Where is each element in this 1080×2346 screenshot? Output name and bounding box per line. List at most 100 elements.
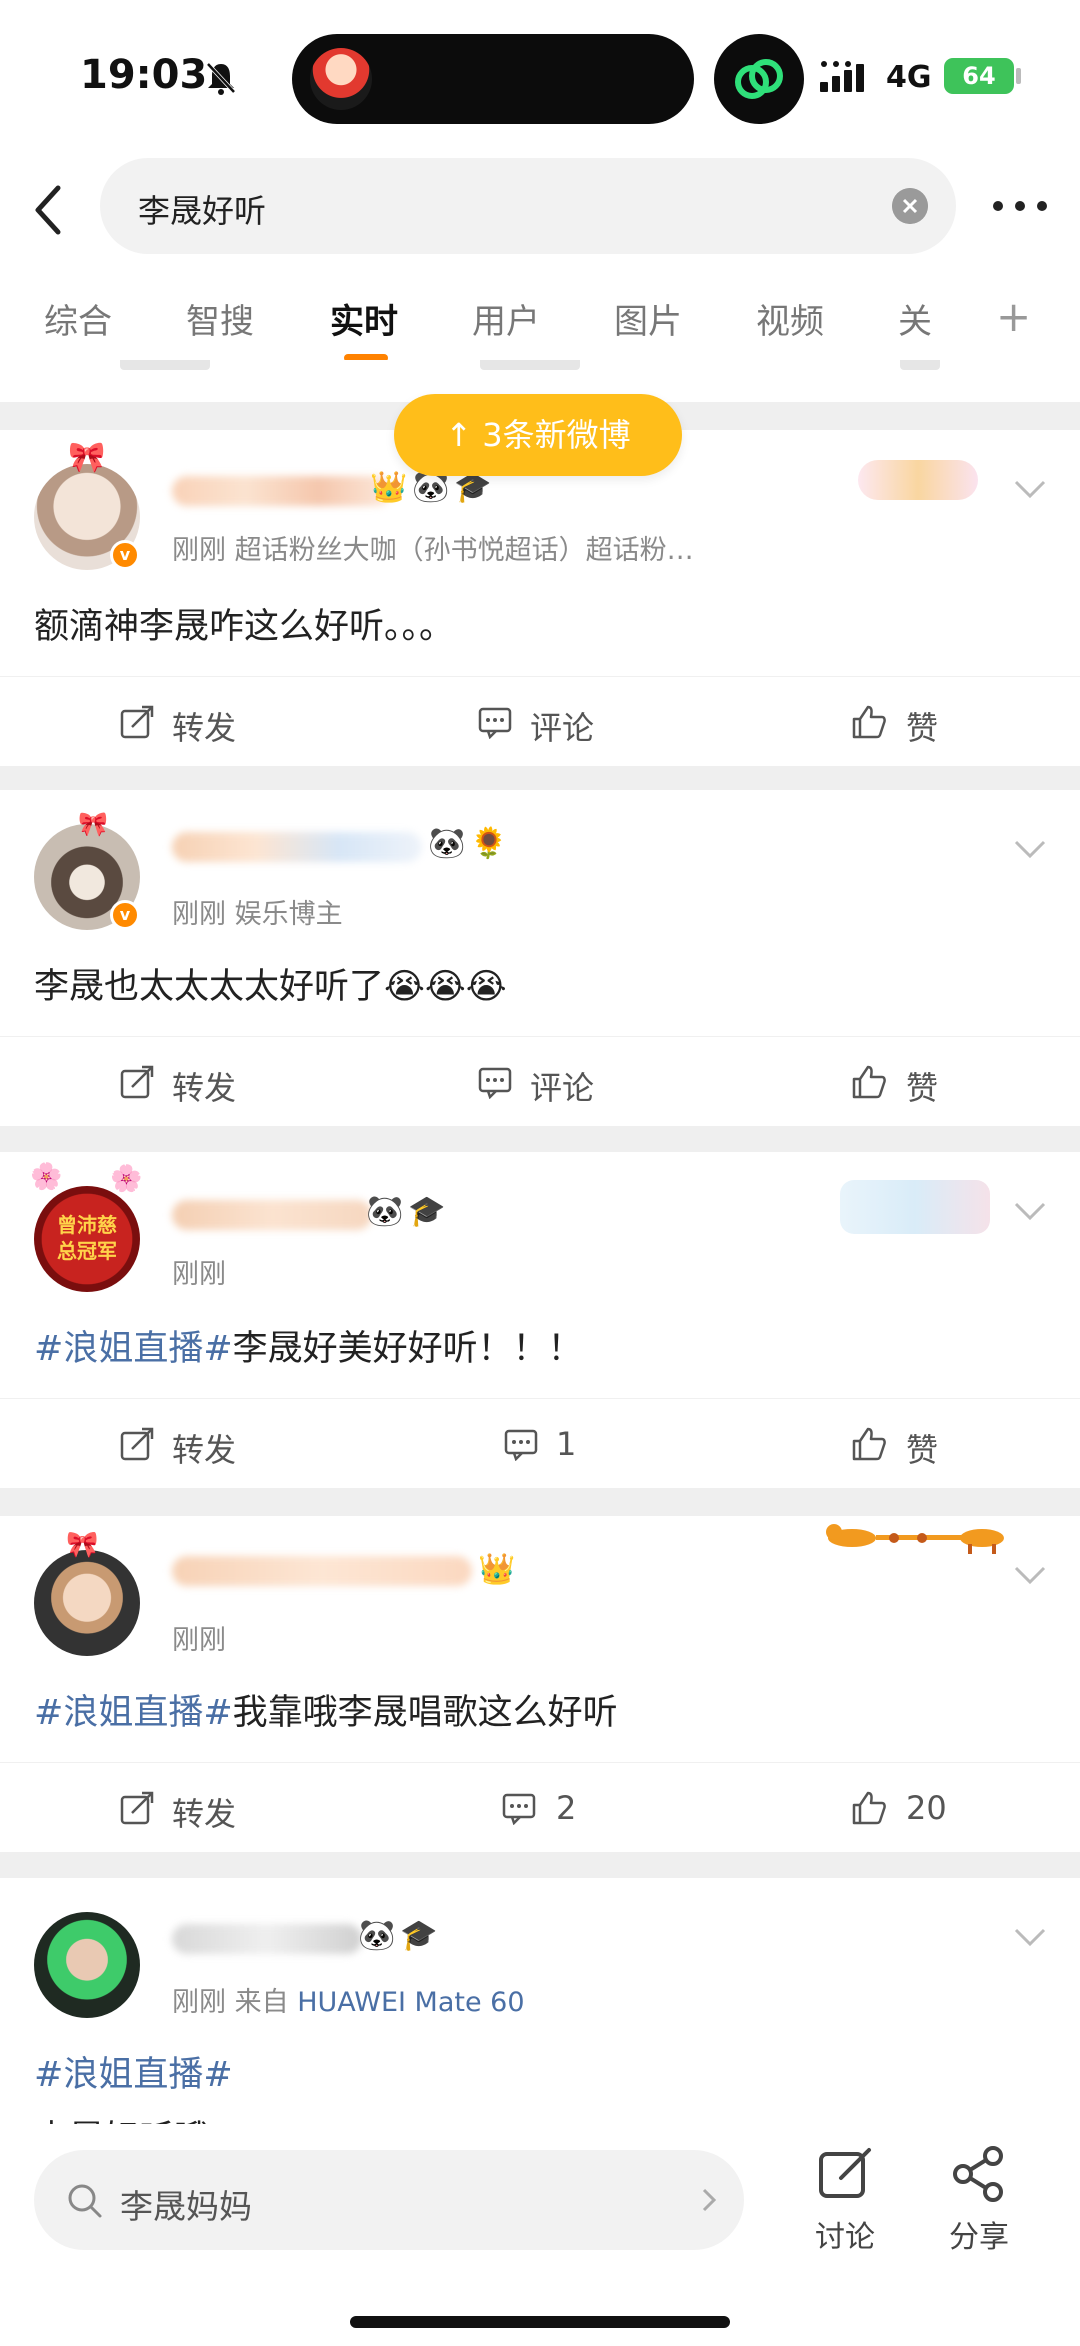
repost-icon[interactable] [120,1427,154,1461]
post-text: 李晟好听哦 [34,2110,209,2124]
comment-icon[interactable] [478,1065,512,1099]
avatar[interactable] [34,1912,140,2018]
more-icon[interactable] [990,198,1050,214]
panda-icon: 🐼 [366,1194,404,1229]
chevron-down-icon[interactable] [1012,838,1048,860]
username[interactable] [172,1556,472,1586]
related-search-text: 李晟妈妈 [120,2187,252,2226]
grad-cap-icon: 🎓 [408,1194,446,1229]
post-card[interactable]: 🐼 🎓 刚刚 来自 HUAWEI Mate 60 #浪姐直播# 李晟好听哦 [0,1878,1080,2124]
clear-icon[interactable] [892,188,928,224]
like-icon[interactable] [852,1427,886,1461]
post-actions: 转发 评论 赞 [0,676,1080,766]
related-search-input[interactable]: 李晟妈妈 [34,2150,744,2250]
search-icon [68,2184,102,2218]
post-card[interactable]: 曾沛慈总冠军 🌸 🌸 🐼 🎓 刚刚 #浪姐直播#李晟好美好好听！！！ 转发 1 … [0,1152,1080,1488]
comment-button[interactable]: 评论 [530,1063,594,1109]
like-button[interactable]: 赞 [906,1063,938,1109]
grad-cap-icon: 🎓 [400,1918,438,1953]
crying-emoji: 😭😭😭 [384,967,507,1007]
username[interactable] [172,476,392,506]
panda-icon: 🐼 [428,826,466,861]
avatar[interactable]: 曾沛慈总冠军 [34,1186,140,1292]
username[interactable] [172,1200,372,1230]
topic-link[interactable]: #浪姐直播# [34,1329,233,1369]
app-indicator[interactable] [714,34,804,124]
post-actions: 转发 2 20 [0,1762,1080,1852]
clock: 19:03 [80,52,208,98]
comment-count[interactable]: 1 [556,1425,576,1463]
post-card[interactable]: v 🎀 👑 🐼 🎓 刚刚 超话粉丝大咖（孙书悦超话）超话粉… 额滴神李晟咋这么好… [0,430,1080,766]
chevron-down-icon[interactable] [1012,478,1048,500]
like-count[interactable]: 20 [906,1789,947,1827]
delivery-rider-icon [310,48,372,110]
edit-icon [819,2148,871,2198]
repost-button[interactable]: 转发 [172,1063,236,1109]
username[interactable] [172,832,422,862]
network-type: 4G [886,60,932,95]
post-card[interactable]: v 🎀 🐼 🌻 刚刚 娱乐博主 李晟也太太太太好听了😭😭😭 转发 评论 赞 [0,790,1080,1126]
comment-icon[interactable] [504,1427,538,1461]
repost-button[interactable]: 转发 [172,703,236,749]
post-meta: 刚刚 超话粉丝大咖（孙书悦超话）超话粉… [172,535,694,566]
tab-users[interactable]: 用户 [472,294,540,343]
home-indicator[interactable] [350,2316,730,2328]
tab-smart-search[interactable]: 智搜 [186,294,254,343]
chevron-down-icon[interactable] [1012,1564,1048,1586]
new-posts-button[interactable]: ↑ 3条新微博 [394,394,682,476]
device-link[interactable]: HUAWEI Mate 60 [297,1987,524,2018]
share-button[interactable]: 分享 [934,2144,1024,2256]
chevron-down-icon[interactable] [1012,1200,1048,1222]
flower-icon: 🌸 [30,1162,63,1192]
repost-icon[interactable] [120,705,154,739]
battery-icon [1016,68,1021,84]
post-card[interactable]: 🎀 👑 刚刚 #浪姐直播#我靠哦李晟唱歌这么好听 转发 2 20 [0,1516,1080,1852]
repost-icon[interactable] [120,1065,154,1099]
bow-icon: 🎀 [66,1530,99,1560]
post-actions: 转发 1 赞 [0,1398,1080,1488]
like-icon[interactable] [852,1791,886,1825]
comment-button[interactable]: 评论 [530,703,594,749]
post-text: 李晟也太太太太好听了😭😭😭 [34,967,507,1007]
chevron-right-icon [702,2188,717,2212]
signal-icon [820,61,864,92]
search-query-text: 李晟好听 [138,192,267,230]
tab-follow[interactable]: 关 [898,294,932,343]
discuss-button[interactable]: 讨论 [800,2144,890,2256]
like-button[interactable]: 赞 [906,1425,938,1471]
username[interactable] [172,1924,362,1954]
tab-realtime[interactable]: 实时 [330,294,398,343]
like-button[interactable]: 赞 [906,703,938,749]
repost-icon[interactable] [120,1791,154,1825]
comment-count[interactable]: 2 [556,1789,576,1827]
like-icon[interactable] [852,1065,886,1099]
chevron-down-icon[interactable] [1012,1926,1048,1948]
tab-videos[interactable]: 视频 [756,294,824,343]
repost-button[interactable]: 转发 [172,1425,236,1471]
bow-icon: 🎀 [78,810,108,838]
comment-icon[interactable] [502,1791,536,1825]
sunflower-icon: 🌻 [470,826,508,861]
tab-images[interactable]: 图片 [614,294,682,343]
comment-icon[interactable] [478,705,512,739]
avatar[interactable] [34,1550,140,1656]
post-meta: 刚刚 [172,1625,226,1656]
tab-fade [930,270,990,360]
add-tab-icon[interactable]: + [996,292,1031,341]
tab-comprehensive[interactable]: 综合 [44,294,112,343]
post-text: 额滴神李晟咋这么好听。。。 [34,607,455,647]
search-input[interactable]: 李晟好听 [100,158,956,254]
bow-icon: 🎀 [68,440,106,475]
topic-link[interactable]: #浪姐直播# [34,2046,233,2097]
crown-icon: 👑 [478,1552,516,1587]
like-icon[interactable] [852,705,886,739]
dynamic-island[interactable] [292,34,694,124]
topic-link[interactable]: #浪姐直播# [34,1693,233,1733]
post-text: #浪姐直播#李晟好美好好听！！！ [34,1329,583,1369]
post-meta: 刚刚 [172,1259,226,1290]
category-tabs: 综合 智搜 实时 用户 图片 视频 关 + [0,270,1080,362]
search-header: 李晟好听 [0,150,1080,270]
repost-button[interactable]: 转发 [172,1789,236,1835]
verified-icon: v [110,900,140,930]
back-arrow-icon[interactable] [24,180,74,240]
